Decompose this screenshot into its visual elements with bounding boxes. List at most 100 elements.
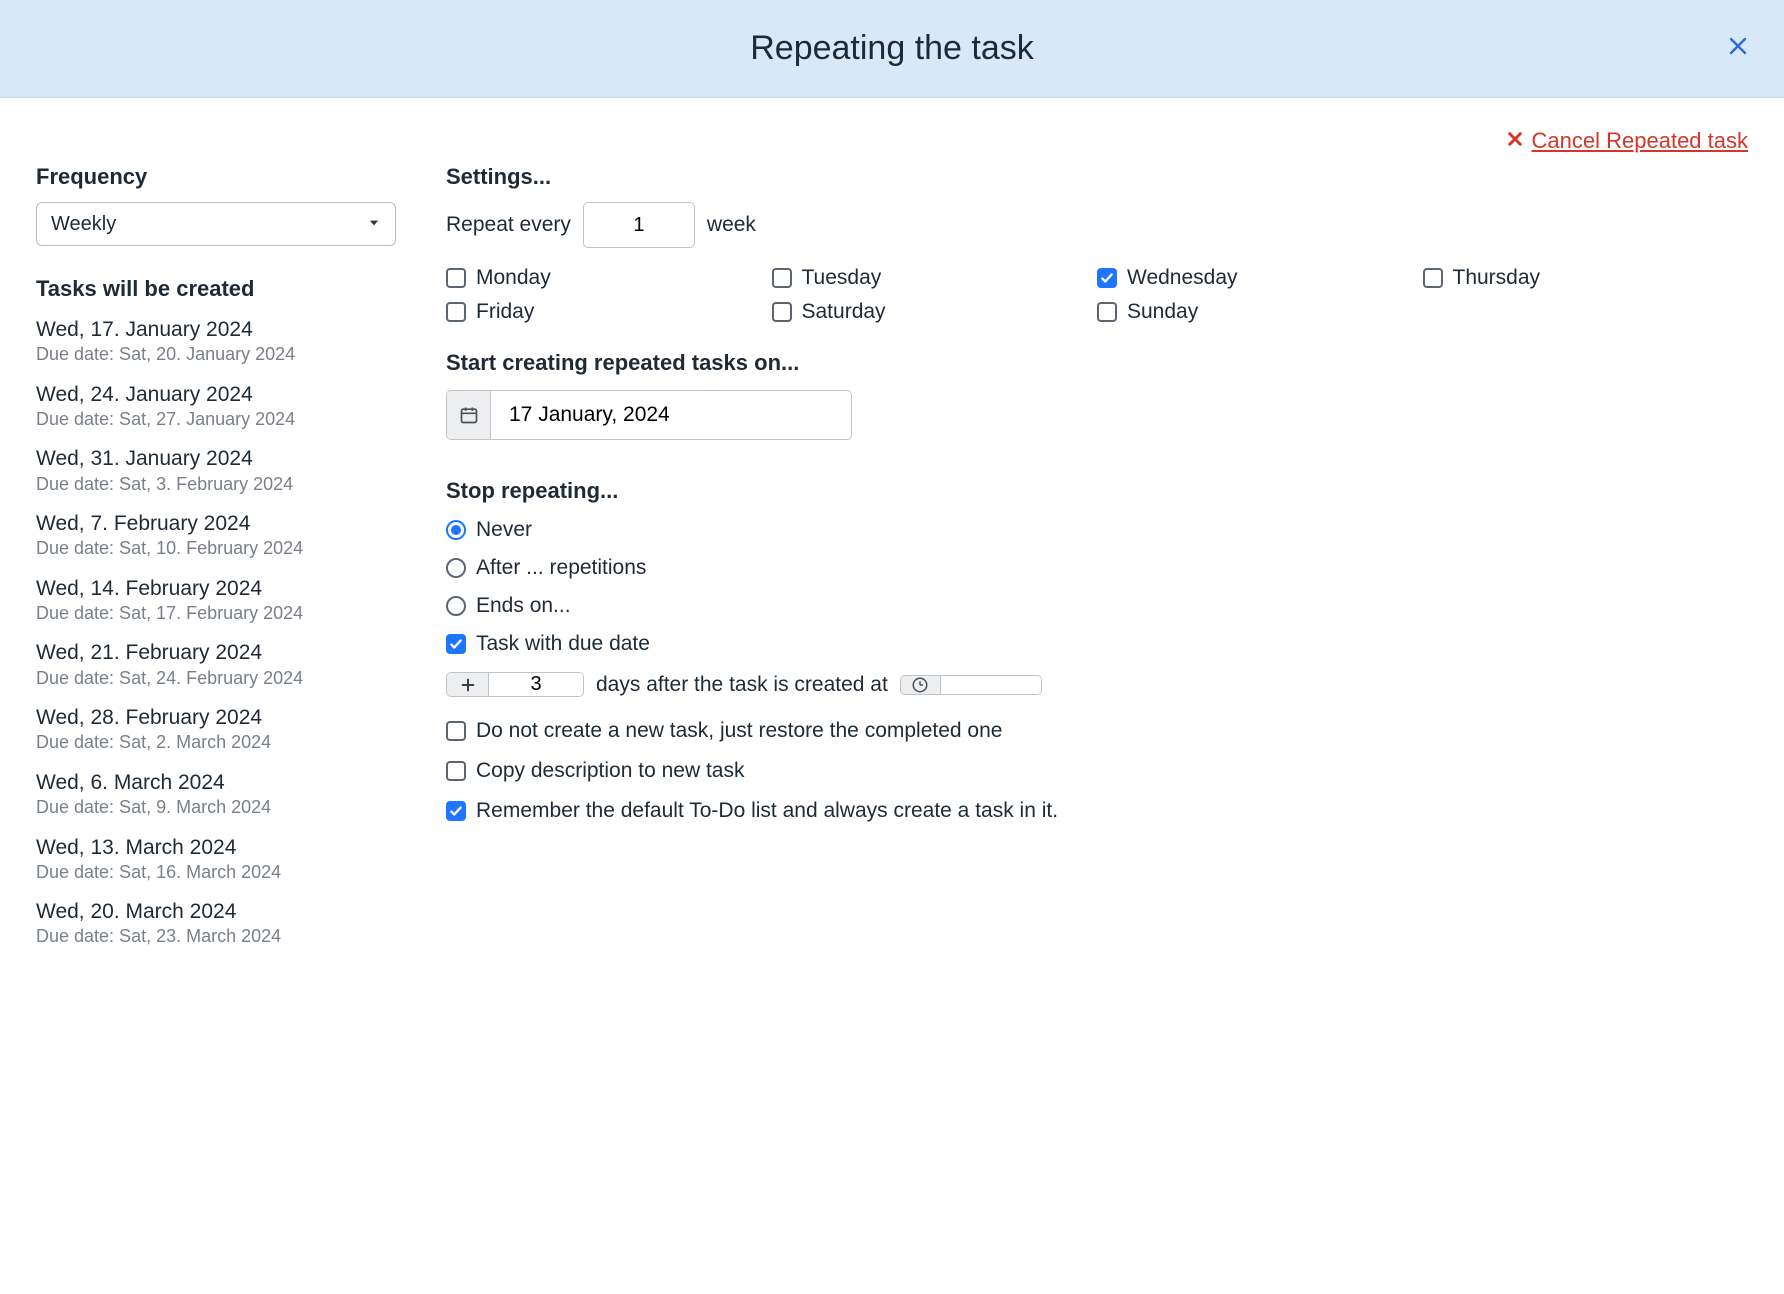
cancel-icon <box>1506 128 1524 154</box>
option-checkbox[interactable] <box>446 801 466 821</box>
left-column: Frequency Weekly Tasks will be created W… <box>36 164 436 963</box>
weekday-label: Wednesday <box>1127 266 1238 290</box>
frequency-heading: Frequency <box>36 164 426 190</box>
dialog-body: Frequency Weekly Tasks will be created W… <box>0 164 1784 1003</box>
task-preview-date: Wed, 31. January 2024 <box>36 445 426 472</box>
start-heading: Start creating repeated tasks on... <box>446 350 1748 376</box>
weekday-label: Thursday <box>1453 266 1541 290</box>
due-days-stepper <box>446 672 584 697</box>
task-preview-due: Due date: Sat, 2. March 2024 <box>36 731 426 754</box>
chevron-down-icon <box>367 213 381 236</box>
option-row: Copy description to new task <box>446 759 1748 783</box>
preview-list: Wed, 17. January 2024Due date: Sat, 20. … <box>36 316 426 949</box>
stop-never-radio[interactable] <box>446 520 466 540</box>
frequency-value: Weekly <box>51 213 116 236</box>
weekday-checkbox-thursday[interactable] <box>1423 268 1443 288</box>
due-days-input[interactable] <box>489 673 583 696</box>
due-date-label: Task with due date <box>476 632 650 656</box>
repeat-suffix: week <box>707 213 756 237</box>
weekday-checkbox-sunday[interactable] <box>1097 302 1117 322</box>
task-preview-date: Wed, 13. March 2024 <box>36 834 426 861</box>
task-preview-date: Wed, 20. March 2024 <box>36 898 426 925</box>
task-preview-item: Wed, 7. February 2024Due date: Sat, 10. … <box>36 510 426 561</box>
stop-after-row: After ... repetitions <box>446 556 1748 580</box>
weekday-label: Tuesday <box>802 266 882 290</box>
task-preview-due: Due date: Sat, 10. February 2024 <box>36 537 426 560</box>
dialog-title: Repeating the task <box>750 29 1034 68</box>
weekday-checkbox-saturday[interactable] <box>772 302 792 322</box>
dialog-header: Repeating the task <box>0 0 1784 98</box>
task-preview-due: Due date: Sat, 23. March 2024 <box>36 925 426 948</box>
weekday-option: Monday <box>446 266 772 290</box>
weekday-option: Sunday <box>1097 300 1423 324</box>
task-preview-item: Wed, 20. March 2024Due date: Sat, 23. Ma… <box>36 898 426 949</box>
due-date-config-row: days after the task is created at <box>446 672 1748 697</box>
task-preview-date: Wed, 7. February 2024 <box>36 510 426 537</box>
option-label: Copy description to new task <box>476 759 744 783</box>
weekday-option: Thursday <box>1423 266 1749 290</box>
task-preview-date: Wed, 24. January 2024 <box>36 381 426 408</box>
stop-never-row: Never <box>446 518 1748 542</box>
due-time-input[interactable] <box>941 676 1041 694</box>
task-preview-item: Wed, 6. March 2024Due date: Sat, 9. Marc… <box>36 769 426 820</box>
task-preview-due: Due date: Sat, 17. February 2024 <box>36 602 426 625</box>
task-preview-item: Wed, 28. February 2024Due date: Sat, 2. … <box>36 704 426 755</box>
plus-icon[interactable] <box>447 673 489 696</box>
option-row: Remember the default To-Do list and alwa… <box>446 799 1748 823</box>
weekday-option: Saturday <box>772 300 1098 324</box>
weekday-label: Saturday <box>802 300 886 324</box>
task-preview-due: Due date: Sat, 20. January 2024 <box>36 343 426 366</box>
due-middle-text: days after the task is created at <box>596 673 888 697</box>
task-preview-item: Wed, 21. February 2024Due date: Sat, 24.… <box>36 639 426 690</box>
close-icon[interactable] <box>1726 34 1750 64</box>
stop-never-label: Never <box>476 518 532 542</box>
task-preview-due: Due date: Sat, 16. March 2024 <box>36 861 426 884</box>
task-preview-date: Wed, 6. March 2024 <box>36 769 426 796</box>
task-preview-date: Wed, 14. February 2024 <box>36 575 426 602</box>
stop-after-radio[interactable] <box>446 558 466 578</box>
stop-after-label: After ... repetitions <box>476 556 646 580</box>
stop-ends-radio[interactable] <box>446 596 466 616</box>
weekday-checkbox-monday[interactable] <box>446 268 466 288</box>
task-preview-date: Wed, 21. February 2024 <box>36 639 426 666</box>
task-preview-date: Wed, 17. January 2024 <box>36 316 426 343</box>
task-preview-due: Due date: Sat, 9. March 2024 <box>36 796 426 819</box>
clock-icon[interactable] <box>901 676 941 694</box>
option-checkbox[interactable] <box>446 761 466 781</box>
task-preview-due: Due date: Sat, 3. February 2024 <box>36 473 426 496</box>
weekday-grid: Monday Tuesday Wednesday Thursday Friday Satu… <box>446 266 1748 324</box>
task-preview-item: Wed, 17. January 2024Due date: Sat, 20. … <box>36 316 426 367</box>
option-label: Do not create a new task, just restore t… <box>476 719 1002 743</box>
due-time-group <box>900 675 1042 695</box>
option-row: Do not create a new task, just restore t… <box>446 719 1748 743</box>
weekday-option: Wednesday <box>1097 266 1423 290</box>
stop-heading: Stop repeating... <box>446 478 1748 504</box>
weekday-checkbox-wednesday[interactable] <box>1097 268 1117 288</box>
calendar-icon[interactable] <box>447 391 491 439</box>
weekday-checkbox-tuesday[interactable] <box>772 268 792 288</box>
start-date-input[interactable] <box>491 391 851 439</box>
repeat-interval-input[interactable] <box>583 202 695 248</box>
task-preview-item: Wed, 14. February 2024Due date: Sat, 17.… <box>36 575 426 626</box>
weekday-option: Tuesday <box>772 266 1098 290</box>
task-preview-date: Wed, 28. February 2024 <box>36 704 426 731</box>
weekday-label: Friday <box>476 300 534 324</box>
stop-ends-label: Ends on... <box>476 594 571 618</box>
cancel-repeated-link[interactable]: Cancel Repeated task <box>1506 128 1748 154</box>
settings-heading: Settings... <box>446 164 1748 190</box>
weekday-option: Friday <box>446 300 772 324</box>
weekday-checkbox-friday[interactable] <box>446 302 466 322</box>
repeat-prefix: Repeat every <box>446 213 571 237</box>
task-preview-item: Wed, 31. January 2024Due date: Sat, 3. F… <box>36 445 426 496</box>
option-label: Remember the default To-Do list and alwa… <box>476 799 1058 823</box>
frequency-select[interactable]: Weekly <box>36 202 396 246</box>
start-date-group <box>446 390 852 440</box>
task-preview-item: Wed, 24. January 2024Due date: Sat, 27. … <box>36 381 426 432</box>
due-date-checkbox[interactable] <box>446 634 466 654</box>
extra-options: Do not create a new task, just restore t… <box>446 719 1748 823</box>
right-column: Settings... Repeat every week Monday Tues… <box>436 164 1748 963</box>
weekday-label: Monday <box>476 266 551 290</box>
weekday-label: Sunday <box>1127 300 1198 324</box>
top-actions: Cancel Repeated task <box>0 98 1784 164</box>
option-checkbox[interactable] <box>446 721 466 741</box>
